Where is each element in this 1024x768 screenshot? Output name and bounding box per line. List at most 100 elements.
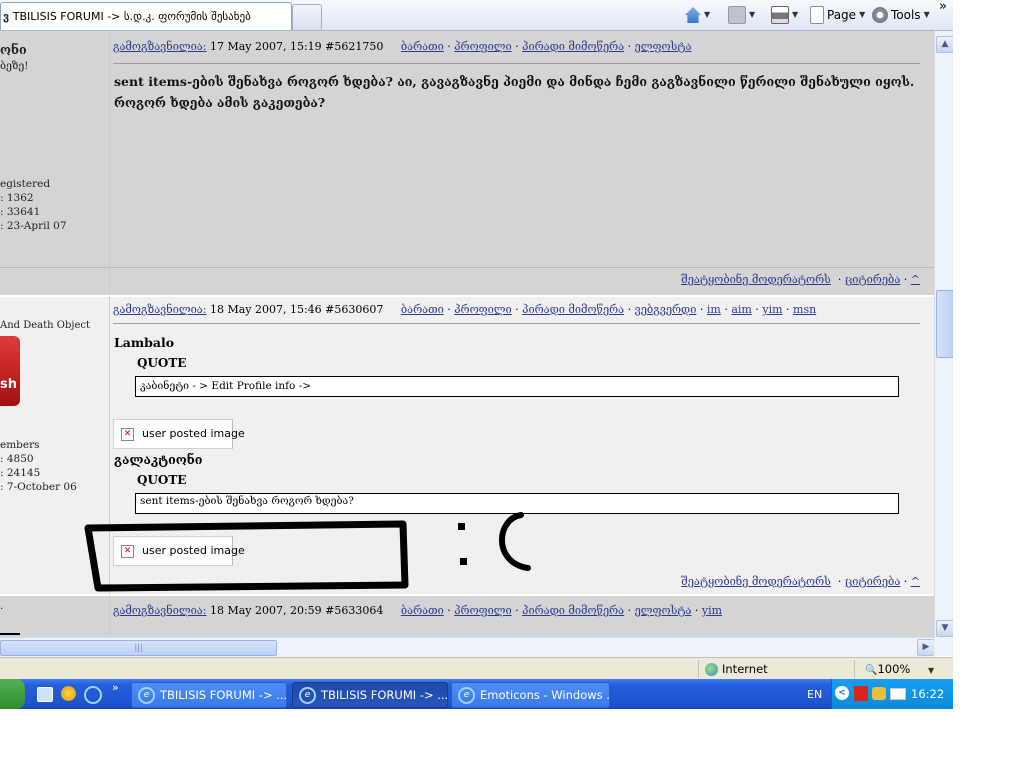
taskbar-window-button[interactable]: e Emoticons - Windows ... <box>451 682 610 708</box>
author-posts: : 4850 <box>0 453 34 465</box>
chevron-down-icon: ▼ <box>749 10 756 19</box>
chevron-down-icon: ▼ <box>923 10 930 19</box>
taskbar-window-button[interactable]: e TBILISIS FORUMI -> ... <box>131 682 287 708</box>
quick-launch-desktop-icon[interactable] <box>37 687 53 702</box>
horizontal-scroll-thumb[interactable]: ||| <box>0 640 277 656</box>
window-title: TBILISIS FORUMI -> ... <box>160 688 287 702</box>
taskbar-window-button-active[interactable]: e TBILISIS FORUMI -> ... <box>292 682 448 708</box>
broken-image-icon: ✕ <box>121 544 134 558</box>
pm-link[interactable]: პირადი მიმოწერა <box>522 40 624 53</box>
yim-link[interactable]: yim <box>702 604 722 617</box>
home-button[interactable]: ▼ <box>685 5 710 25</box>
author-member-no: : 33641 <box>0 206 41 218</box>
aim-link[interactable]: aim <box>731 303 752 316</box>
quote-link[interactable]: ციტირება <box>845 273 900 286</box>
top-link[interactable]: ^ <box>911 575 920 588</box>
quote-label: QUOTE <box>137 473 187 487</box>
language-indicator[interactable]: EN <box>807 688 822 701</box>
post-number[interactable]: #5633064 <box>325 604 383 617</box>
pm-link[interactable]: პირადი მიმოწერა <box>522 604 624 617</box>
zoom-level: 100% <box>877 662 911 676</box>
scroll-right-button[interactable]: ▶ <box>917 639 935 656</box>
quick-launch-ie-icon[interactable] <box>84 686 102 704</box>
quick-launch-chevron[interactable]: » <box>112 681 119 694</box>
post-author-column: And Death Object sh embers : 4850 : 2414… <box>0 297 110 594</box>
forum-post: . გამოგზავნილია: 18 May 2007, 20:59 #563… <box>0 596 934 637</box>
yim-link[interactable]: yim <box>762 303 782 316</box>
author-group: egistered <box>0 178 51 190</box>
avatar: sh <box>0 336 20 406</box>
security-zone[interactable]: Internet <box>698 660 854 678</box>
print-button[interactable]: ▼ <box>771 5 798 25</box>
clock[interactable]: 16:22 <box>911 687 944 701</box>
author-name: . <box>0 600 4 612</box>
posted-label[interactable]: გამოგზავნილია: <box>113 303 206 316</box>
email-link[interactable]: ელფოსტა <box>635 40 692 53</box>
window-title: TBILISIS FORUMI -> ... <box>321 688 448 702</box>
zoom-control[interactable]: 🔍100% ▼ <box>854 660 953 678</box>
scroll-up-button[interactable]: ▲ <box>936 36 953 53</box>
image-placeholder: ✕ user posted image <box>113 536 245 566</box>
email-link[interactable]: ელფოსტა <box>635 604 692 617</box>
post-body-column: გამოგზავნილია: 17 May 2007, 15:19 #56217… <box>0 31 934 295</box>
printer-icon <box>771 6 789 24</box>
quick-launch-messenger-icon[interactable] <box>61 686 76 701</box>
profile-link[interactable]: პროფილი <box>454 40 511 53</box>
card-link[interactable]: ბარათი <box>401 40 444 53</box>
top-link[interactable]: ^ <box>911 273 920 286</box>
msn-link[interactable]: msn <box>793 303 816 316</box>
active-tab[interactable]: ვ TBILISIS FORUMI -> ს.დ.კ. ფორუმის შესა… <box>0 2 292 30</box>
feeds-icon <box>728 6 746 24</box>
report-link[interactable]: შეატყობინე მოდერატორს <box>681 273 831 286</box>
browser-window: ვ TBILISIS FORUMI -> ს.დ.კ. ფორუმის შესა… <box>0 0 953 709</box>
new-tab-button[interactable] <box>292 4 322 30</box>
tools-menu[interactable]: Tools ▼ <box>872 5 930 25</box>
scroll-down-button[interactable]: ▼ <box>936 620 953 637</box>
page-menu[interactable]: Page ▼ <box>810 5 865 25</box>
pm-link[interactable]: პირადი მიმოწერა <box>522 303 624 316</box>
quote-link[interactable]: ციტირება <box>845 575 900 588</box>
scrollbar-corner <box>934 637 953 656</box>
window-title: Emoticons - Windows ... <box>480 688 610 702</box>
more-commands-chevron[interactable]: » <box>939 0 947 17</box>
profile-link[interactable]: პროფილი <box>454 604 511 617</box>
report-link[interactable]: შეატყობინე მოდერატორს <box>681 575 831 588</box>
command-bar: ვ TBILISIS FORUMI -> ს.დ.კ. ფორუმის შესა… <box>0 0 953 31</box>
feeds-button[interactable]: ▼ <box>728 5 755 25</box>
quoted-author: Lambalo <box>114 335 175 350</box>
network-icon[interactable] <box>872 687 886 700</box>
scroll-thumb[interactable] <box>936 290 953 358</box>
antivirus-icon[interactable] <box>854 686 868 701</box>
website-link[interactable]: ვებგვერდი <box>635 303 697 316</box>
author-joined: : 23-April 07 <box>0 220 67 232</box>
post-number[interactable]: #5621750 <box>325 40 383 53</box>
ie-icon: e <box>458 687 475 704</box>
author-group: embers <box>0 439 40 451</box>
mail-icon[interactable] <box>890 688 906 700</box>
chevron-down-icon: ▼ <box>928 666 935 675</box>
tab-icon: ვ <box>3 10 10 23</box>
post-author-column: . <box>0 596 110 637</box>
taskbar: » e TBILISIS FORUMI -> ... e TBILISIS FORU… <box>0 679 953 709</box>
post-number[interactable]: #5630607 <box>325 303 383 316</box>
page-icon <box>810 6 824 24</box>
posted-label[interactable]: გამოგზავნილია: <box>113 604 206 617</box>
ie-icon: e <box>138 687 155 704</box>
post-date: 17 May 2007, 15:19 <box>209 40 322 53</box>
card-link[interactable]: ბარათი <box>401 604 444 617</box>
image-placeholder-text: user posted image <box>142 544 245 557</box>
vertical-scrollbar[interactable]: ▲ ▼ <box>934 31 953 637</box>
profile-link[interactable]: პროფილი <box>454 303 511 316</box>
tray-expand-icon[interactable]: < <box>835 686 849 700</box>
post-body-column: გამოგზავნილია: 18 May 2007, 15:46 #56306… <box>110 297 922 594</box>
author-posts: : 1362 <box>0 192 34 204</box>
avatar-edge <box>0 633 20 635</box>
broken-image-icon: ✕ <box>121 427 134 441</box>
card-link[interactable]: ბარათი <box>401 303 444 316</box>
posted-label[interactable]: გამოგზავნილია: <box>113 40 206 53</box>
start-button[interactable] <box>0 679 25 709</box>
im-link[interactable]: im <box>707 303 721 316</box>
divider <box>113 323 920 324</box>
post-footer: შეატყობინე მოდერატორს · ციტირება · ^ <box>681 273 920 286</box>
horizontal-scrollbar[interactable]: ||| ▶ <box>0 637 935 657</box>
